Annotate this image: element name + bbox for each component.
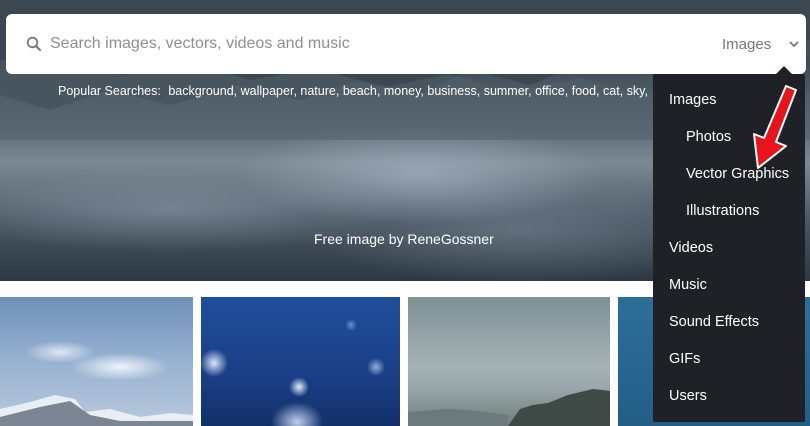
menu-item-gifs[interactable]: GIFs <box>653 341 805 378</box>
popular-term[interactable]: beach, <box>343 84 381 98</box>
popular-term[interactable]: nature, <box>300 84 339 98</box>
popular-term[interactable]: wallpaper, <box>241 84 297 98</box>
popular-term[interactable]: office, <box>535 84 568 98</box>
red-arrow-icon <box>753 85 797 169</box>
popular-term[interactable]: background, <box>168 84 237 98</box>
image-credit[interactable]: Free image by ReneGossner <box>314 231 494 247</box>
menu-item-users[interactable]: Users <box>653 378 805 415</box>
image-thumbnail-mountains[interactable] <box>0 297 193 426</box>
menu-item-music[interactable]: Music <box>653 267 805 304</box>
chevron-down-icon <box>789 41 799 48</box>
menu-item-sound-effects[interactable]: Sound Effects <box>653 304 805 341</box>
popular-term[interactable]: business, <box>427 84 480 98</box>
menu-item-videos[interactable]: Videos <box>653 230 805 267</box>
dropdown-caret <box>776 66 792 74</box>
snowy-peaks <box>0 395 193 426</box>
coast-cliffs <box>408 389 610 426</box>
search-input[interactable] <box>50 26 650 62</box>
image-thumbnail-coast[interactable] <box>408 297 610 426</box>
popular-term[interactable]: cat, <box>603 84 623 98</box>
search-type-label: Images <box>722 35 772 53</box>
popular-term[interactable]: sky, <box>627 84 648 98</box>
image-thumbnail-jellyfish[interactable] <box>201 297 400 426</box>
search-bar: Images <box>6 14 806 74</box>
menu-item-illustrations[interactable]: Illustrations <box>653 193 805 230</box>
popular-searches-label: Popular Searches: <box>58 84 161 98</box>
popular-term[interactable]: summer, <box>484 84 532 98</box>
popular-term[interactable]: food, <box>572 84 600 98</box>
search-icon <box>26 36 41 51</box>
popular-searches: Popular Searches: background, wallpaper,… <box>58 84 658 98</box>
popular-term[interactable]: money, <box>384 84 424 98</box>
search-type-select[interactable]: Images <box>712 26 806 62</box>
